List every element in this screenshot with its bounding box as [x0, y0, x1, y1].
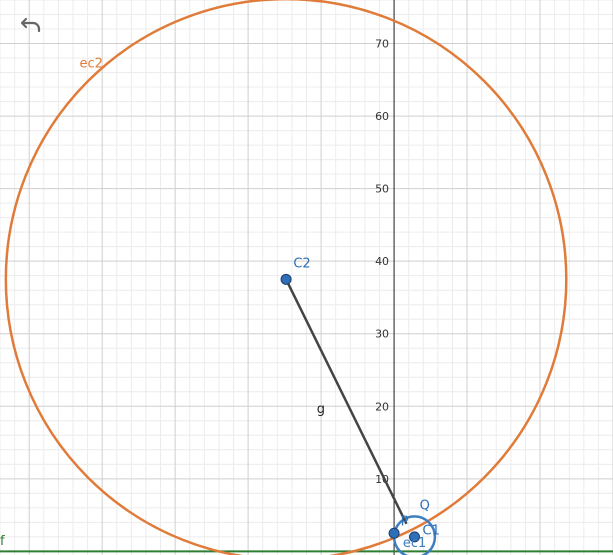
y-axis-tick-labels: 10203040506070: [375, 38, 389, 486]
label-q: Q: [420, 498, 430, 513]
label-g: g: [317, 402, 325, 417]
undo-arrow-icon: [20, 17, 41, 33]
y-tick-label: 20: [375, 400, 389, 413]
graphing-canvas[interactable]: 10203040506070 ec2 C2 g Q P C1 ec1 f: [0, 0, 613, 555]
undo-button[interactable]: [16, 12, 46, 38]
label-ec1: ec1: [403, 536, 426, 551]
point-p[interactable]: [388, 527, 400, 539]
y-tick-label: 60: [375, 110, 389, 123]
minor-grid: [0, 0, 613, 555]
label-p: P: [401, 514, 409, 529]
label-f: f: [0, 534, 5, 549]
y-tick-label: 40: [375, 255, 389, 268]
label-c2: C2: [293, 257, 310, 272]
point-c2[interactable]: [280, 273, 292, 285]
y-tick-label: 50: [375, 183, 389, 196]
y-tick-label: 70: [375, 38, 389, 51]
label-ec2: ec2: [80, 56, 103, 71]
y-tick-label: 30: [375, 328, 389, 341]
